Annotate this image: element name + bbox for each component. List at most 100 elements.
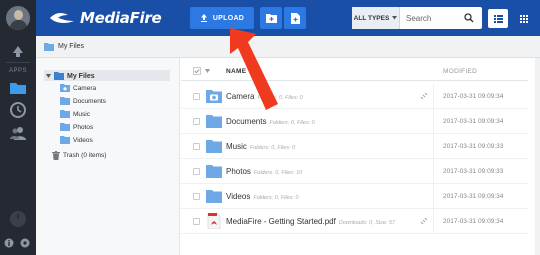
camera-folder-icon: [60, 84, 70, 92]
power-icon[interactable]: [8, 209, 28, 229]
folder-icon: [60, 97, 70, 105]
folder-icon: [44, 42, 54, 51]
row-checkbox[interactable]: [193, 217, 200, 225]
tree-item-camera[interactable]: Camera: [60, 84, 96, 92]
folder-icon: [206, 140, 222, 153]
file-name[interactable]: MediaFire - Getting Started.pdf Downloads…: [226, 217, 395, 226]
row-checkbox[interactable]: [193, 92, 200, 100]
settings-icon[interactable]: [20, 238, 30, 248]
new-file-button[interactable]: [284, 7, 306, 29]
file-name[interactable]: Videos Folders: 0, Files: 0: [226, 192, 299, 201]
folder-tree: My Files Camera Documents Music Photos V…: [36, 58, 180, 255]
link-icon[interactable]: [420, 217, 428, 225]
folder-icon: [60, 110, 70, 118]
file-name-text: Documents: [226, 116, 267, 126]
list-view-button[interactable]: [488, 9, 508, 28]
search-box: ALL TYPES: [352, 7, 482, 29]
chevron-down-icon: [392, 16, 398, 20]
file-name-text: Photos: [226, 166, 251, 176]
search-icon[interactable]: [464, 13, 474, 23]
tree-item-music[interactable]: Music: [60, 110, 90, 118]
table-row[interactable]: Videos Folders: 0, Files: 0 2017-03-31 09…: [181, 184, 528, 209]
tree-item-documents[interactable]: Documents: [60, 97, 106, 105]
column-divider: [433, 134, 434, 159]
select-all-checkbox[interactable]: [193, 67, 201, 75]
folder-icon: [206, 165, 222, 178]
type-filter-dropdown[interactable]: ALL TYPES: [352, 7, 400, 29]
folder-icon: [206, 190, 222, 203]
tree-item-label: Trash (0 items): [63, 152, 107, 159]
file-name-text: Videos: [226, 191, 251, 201]
link-icon[interactable]: [420, 92, 428, 100]
type-filter-label: ALL TYPES: [353, 14, 390, 22]
modified-date: 2017-03-31 09:09:33: [443, 142, 504, 150]
file-meta: Folders: 0, Files: 0: [253, 194, 299, 201]
top-header: MediaFire UPLOAD ALL TYPES: [36, 0, 540, 36]
folder-icon: [60, 136, 70, 144]
column-divider: [433, 159, 434, 184]
scrollbar[interactable]: [535, 58, 540, 255]
contacts-icon[interactable]: [8, 123, 28, 143]
tree-item-label: Camera: [73, 84, 97, 92]
avatar[interactable]: [6, 6, 30, 30]
modified-date: 2017-03-31 09:09:34: [443, 192, 504, 200]
grid-view-button[interactable]: [514, 9, 534, 28]
row-checkbox[interactable]: [193, 167, 200, 175]
apps-label: APPS: [8, 68, 27, 74]
folder-icon[interactable]: [8, 78, 28, 98]
modified-date: 2017-03-31 09:09:34: [443, 92, 504, 100]
annotation-arrow-icon: [230, 28, 278, 110]
modified-date: 2017-03-31 09:09:33: [443, 167, 504, 175]
camera-folder-icon: [206, 90, 222, 103]
brand-name: MediaFire: [80, 9, 162, 27]
column-divider: [433, 184, 434, 209]
table-row[interactable]: Photos Folders: 0, Files: 10 2017-03-31 0…: [181, 159, 528, 184]
file-meta: Folders: 0, Files: 0: [249, 144, 296, 151]
breadcrumb-item-my-files[interactable]: My Files: [58, 43, 84, 50]
tree-item-label: Photos: [73, 123, 94, 131]
table-row[interactable]: Documents Folders: 0, Files: 0 2017-03-31…: [181, 109, 528, 134]
folder-icon: [60, 123, 70, 131]
file-name[interactable]: Music Folders: 0, Files: 0: [226, 142, 295, 151]
grid-view-icon: [520, 14, 528, 23]
folder-icon: [54, 72, 64, 80]
row-checkbox[interactable]: [193, 192, 200, 200]
table-row[interactable]: MediaFire - Getting Started.pdf Downloads…: [181, 209, 528, 234]
file-plus-icon: [290, 12, 300, 24]
row-checkbox[interactable]: [193, 117, 200, 125]
breadcrumb: My Files: [36, 36, 540, 58]
upload-label: UPLOAD: [212, 14, 245, 22]
upload-icon: [200, 14, 207, 22]
row-checkbox[interactable]: [193, 142, 200, 150]
folder-icon: [206, 115, 222, 128]
table-row[interactable]: Music Folders: 0, Files: 0 2017-03-31 09:…: [181, 134, 528, 159]
mediafire-logo[interactable]: MediaFire: [48, 7, 162, 29]
column-divider: [433, 109, 434, 134]
column-divider: [433, 84, 434, 109]
search-input[interactable]: [400, 13, 462, 23]
tree-item-label: Documents: [73, 97, 106, 105]
modified-date: 2017-03-31 09:09:34: [443, 117, 504, 125]
file-name-text: Music: [226, 141, 247, 151]
left-rail: APPS: [0, 0, 36, 255]
list-view-icon: [493, 14, 503, 23]
tree-item-my-files[interactable]: My Files: [46, 72, 95, 80]
trash-icon: [52, 151, 60, 160]
info-icon[interactable]: [4, 238, 14, 248]
column-divider: [433, 209, 434, 234]
file-name-text: MediaFire - Getting Started.pdf: [226, 216, 336, 226]
upload-arrow-icon[interactable]: [8, 42, 28, 62]
tree-item-trash[interactable]: Trash (0 items): [52, 151, 106, 160]
tree-item-videos[interactable]: Videos: [60, 136, 93, 144]
clock-icon[interactable]: [8, 100, 28, 120]
file-name[interactable]: Photos Folders: 0, Files: 10: [226, 167, 302, 176]
file-name[interactable]: Documents Folders: 0, Files: 0: [226, 117, 315, 126]
file-meta: Downloads: 0, Size: 57: [338, 219, 396, 226]
rail-divider: [6, 62, 30, 63]
caret-down-icon[interactable]: [46, 74, 51, 78]
column-header-modified[interactable]: MODIFIED: [443, 68, 477, 75]
tree-item-photos[interactable]: Photos: [60, 123, 93, 131]
chevron-down-icon[interactable]: [205, 69, 210, 73]
file-meta: Folders: 0, Files: 10: [253, 169, 303, 176]
tree-root-label: My Files: [67, 72, 95, 80]
